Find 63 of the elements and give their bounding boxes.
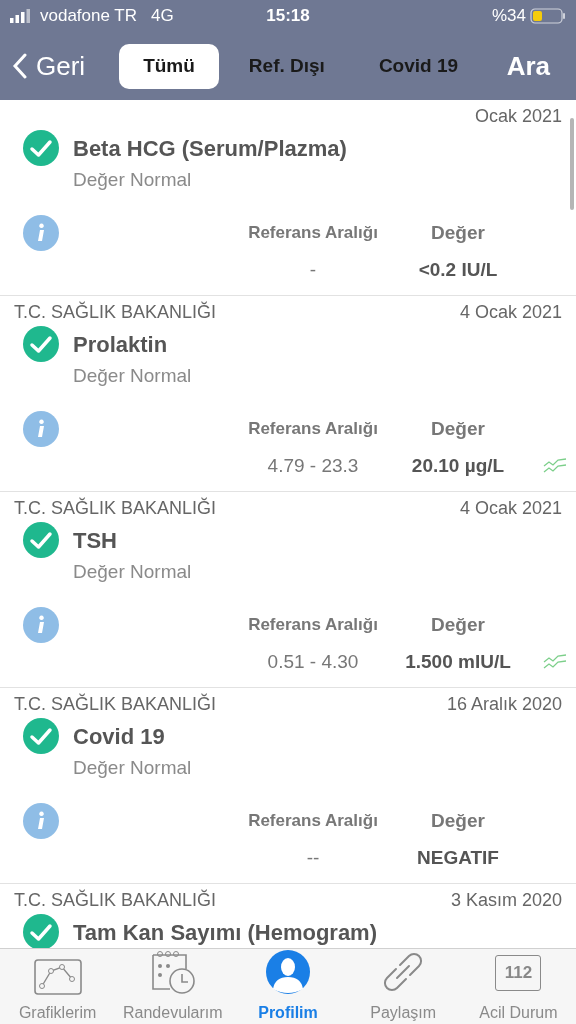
column-label: Referans Aralığı (247, 614, 379, 637)
column-label: Değer (430, 612, 486, 637)
lab-name: T.C. SAĞLIK BAKANLIĞI (14, 300, 217, 324)
tab-bar-item[interactable]: Grafiklerim (0, 949, 116, 1024)
search-button[interactable]: Ara (506, 46, 550, 86)
filter-tab[interactable]: Tümü (119, 43, 219, 89)
result-value: 1.500 mIU/L (404, 649, 512, 674)
lab-name: T.C. SAĞLIK BAKANLIĞI (14, 496, 217, 520)
result-value: 20.10 µg/L (410, 453, 506, 478)
reference-range: -- (305, 845, 321, 870)
result-date: 4 Ocak 2021 (459, 300, 562, 324)
column-label: Referans Aralığı (247, 222, 379, 245)
tab-bar-item[interactable]: Paylaşım (345, 949, 461, 1024)
info-icon[interactable] (23, 803, 59, 839)
result-value: NEGATIF (416, 845, 500, 870)
tab-label: Paylaşım (370, 1003, 437, 1023)
column-label: Değer (430, 416, 486, 441)
result-status: Değer Normal (72, 559, 193, 584)
result-status: Değer Normal (72, 755, 193, 780)
clock: 15:18 (266, 5, 310, 28)
reference-range: 4.79 - 23.3 (266, 453, 360, 478)
result-value: <0.2 IU/L (417, 257, 499, 282)
reference-range: 0.51 - 4.30 (266, 649, 360, 674)
carrier-name: vodafone TR (40, 5, 138, 28)
result-date: Ocak 2021 (474, 104, 562, 128)
calendar-clock-icon (149, 949, 196, 995)
result-date: 3 Kasım 2020 (450, 888, 562, 912)
column-label: Değer (430, 220, 486, 245)
tab-label: Randevularım (123, 1003, 223, 1023)
tab-label: Grafiklerim (18, 1003, 97, 1023)
lab-name: T.C. SAĞLIK BAKANLIĞI (14, 692, 217, 716)
chevron-left-icon (12, 53, 28, 79)
network-type: 4G (151, 5, 174, 28)
result-status: Değer Normal (72, 167, 193, 192)
test-name: Beta HCG (Serum/Plazma) (73, 134, 347, 163)
test-name: TSH (73, 526, 117, 555)
battery-icon (530, 8, 566, 24)
battery-percent: %34 (491, 5, 526, 28)
result-date: 4 Ocak 2021 (459, 496, 562, 520)
info-icon[interactable] (23, 411, 59, 447)
filter-tab[interactable]: Covid 19 (354, 43, 483, 89)
tab-bar-item[interactable]: 112 Acil Durum (460, 949, 576, 1024)
info-icon[interactable] (23, 215, 59, 251)
reference-range: - (308, 257, 318, 282)
tab-label: Acil Durum (479, 1003, 558, 1023)
column-label: Değer (430, 808, 486, 833)
back-button[interactable]: Geri (12, 46, 86, 86)
column-label: Referans Aralığı (247, 810, 379, 833)
info-icon[interactable] (23, 607, 59, 643)
test-name: Tam Kan Sayımı (Hemogram) (73, 918, 377, 947)
emergency-number-icon: 112 (495, 955, 542, 991)
lab-name: T.C. SAĞLIK BAKANLIĞI (14, 888, 217, 912)
tab-label: Profilim (258, 1003, 318, 1023)
filter-tab[interactable]: Ref. Dışı (224, 43, 349, 89)
column-label: Referans Aralığı (247, 418, 379, 441)
result-status: Değer Normal (72, 363, 193, 388)
tab-bar-item[interactable]: Randevularım (115, 949, 231, 1024)
signal-icon (10, 9, 32, 23)
line-chart-icon (33, 959, 82, 995)
test-name: Prolaktin (73, 330, 168, 359)
result-date: 16 Aralık 2020 (446, 692, 562, 716)
tab-bar-item[interactable]: Profilim (230, 949, 346, 1024)
test-name: Covid 19 (73, 722, 165, 751)
